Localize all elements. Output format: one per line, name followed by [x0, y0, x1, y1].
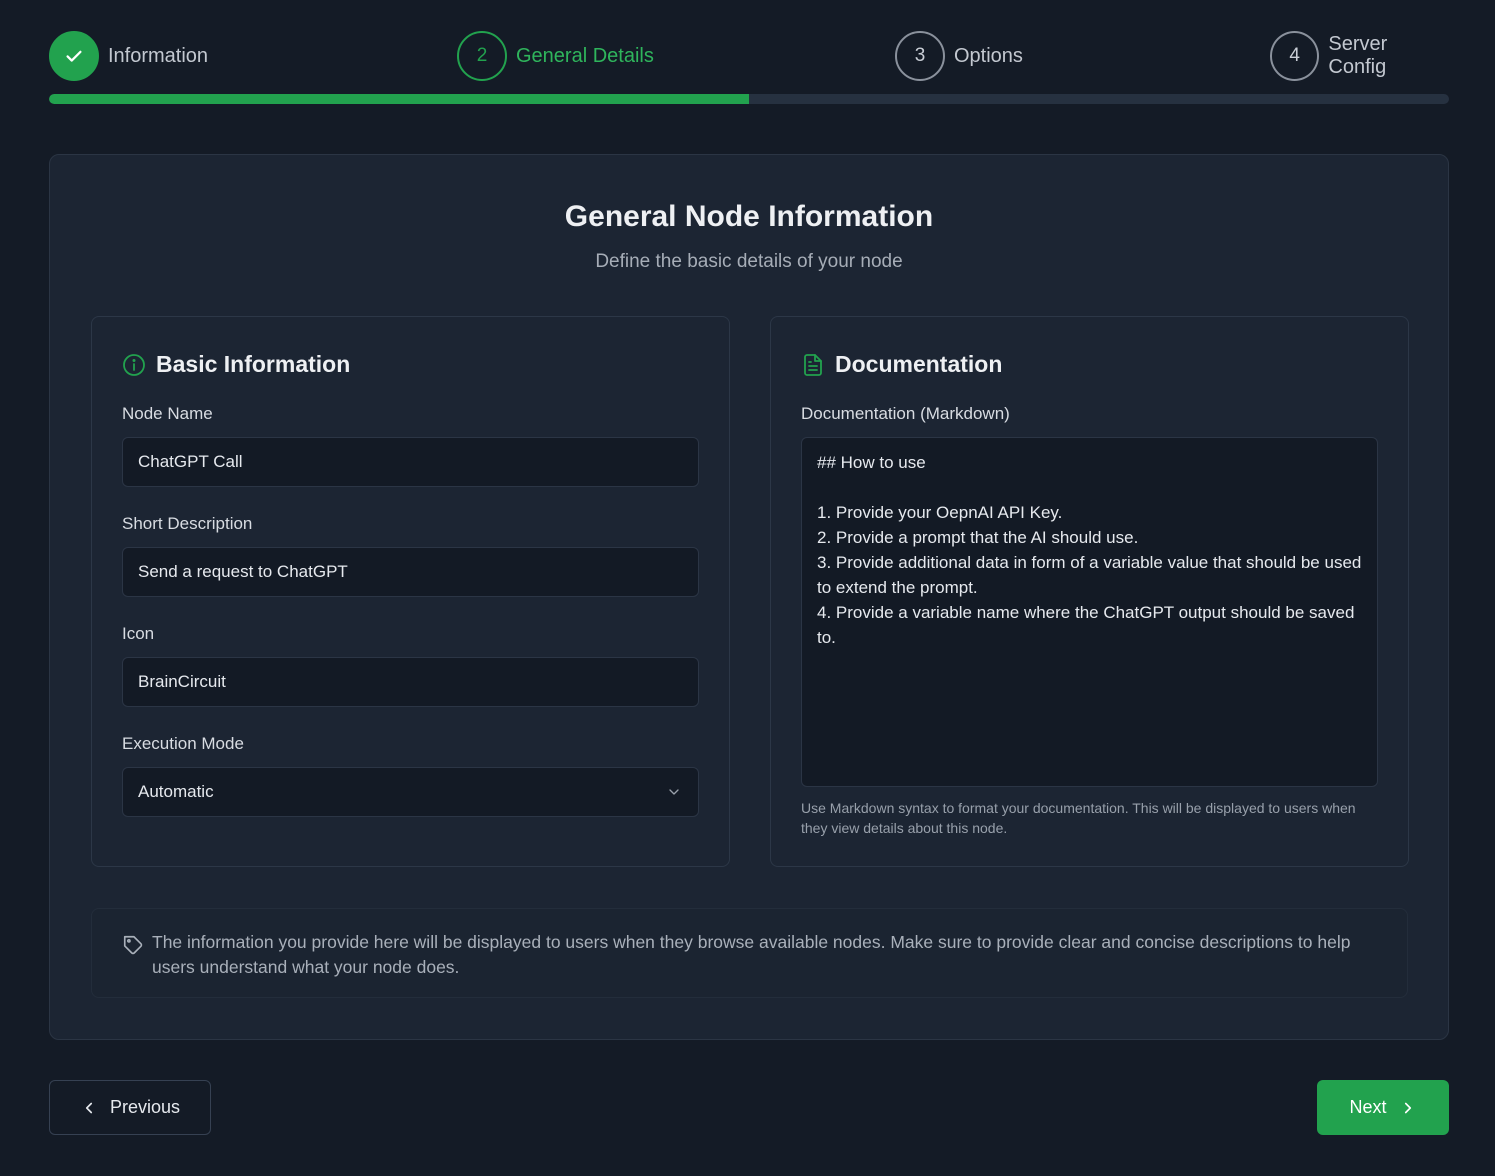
- progress-bar: [49, 94, 1449, 104]
- info-notice: The information you provide here will be…: [91, 908, 1408, 998]
- step-options[interactable]: 3 Options: [895, 30, 1023, 82]
- step-2-circle: 2: [457, 31, 507, 81]
- next-button[interactable]: Next: [1317, 1080, 1449, 1135]
- chevron-left-icon: [80, 1099, 98, 1117]
- documentation-label: Documentation (Markdown): [801, 404, 1010, 423]
- chevron-right-icon: [1399, 1099, 1417, 1117]
- next-button-label: Next: [1349, 1097, 1387, 1117]
- documentation-header: Documentation: [801, 351, 1002, 378]
- documentation-hint: Use Markdown syntax to format your docum…: [801, 800, 1356, 836]
- progress-fill: [49, 94, 749, 104]
- step-4-circle: 4: [1270, 31, 1320, 81]
- execution-mode-select[interactable]: Automatic: [122, 767, 699, 817]
- execution-mode-value: Automatic: [138, 782, 214, 801]
- short-description-label: Short Description: [122, 514, 253, 533]
- page-subtitle: Define the basic details of your node: [595, 251, 903, 272]
- previous-button-label: Previous: [109, 1097, 181, 1117]
- execution-mode-label: Execution Mode: [122, 734, 244, 753]
- step-3-label: Options: [954, 44, 1023, 67]
- step-3-circle: 3: [895, 31, 945, 81]
- stepper: Information 2 General Details 3 Options …: [49, 30, 1449, 82]
- short-description-input[interactable]: Send a request to ChatGPT: [122, 547, 699, 597]
- step-4-label: Server Config: [1328, 33, 1388, 78]
- step-1-label: Information: [108, 44, 209, 67]
- step-2-label: General Details: [516, 44, 654, 67]
- node-name-label: Node Name: [122, 404, 213, 423]
- documentation-textarea[interactable]: ## How to use 1. Provide your OepnAI API…: [801, 437, 1378, 787]
- step-server-config[interactable]: 4 Server Config: [1270, 30, 1449, 82]
- node-name-input[interactable]: ChatGPT Call: [122, 437, 699, 487]
- documentation-title: Documentation: [835, 351, 1003, 377]
- tag-icon: [122, 934, 144, 956]
- basic-information-header: Basic Information: [122, 351, 350, 378]
- general-details-card: General Node Information Define the basi…: [49, 154, 1449, 1040]
- page-title: General Node Information: [564, 200, 934, 233]
- basic-information-panel: Basic Information Node Name ChatGPT Call…: [91, 316, 730, 867]
- documentation-panel: Documentation Documentation (Markdown) #…: [770, 316, 1409, 867]
- info-notice-text: The information you provide here will be…: [152, 932, 1351, 977]
- previous-button[interactable]: Previous: [49, 1080, 211, 1135]
- step-1-circle: [49, 31, 99, 81]
- icon-label: Icon: [122, 624, 155, 643]
- info-circle-icon: [122, 353, 146, 377]
- basic-information-title: Basic Information: [156, 351, 351, 377]
- chevron-down-icon: [666, 784, 682, 800]
- icon-input[interactable]: BrainCircuit: [122, 657, 699, 707]
- step-general-details[interactable]: 2 General Details: [457, 30, 654, 82]
- file-text-icon: [801, 353, 825, 377]
- check-icon: [66, 50, 82, 62]
- step-information[interactable]: Information: [49, 30, 208, 82]
